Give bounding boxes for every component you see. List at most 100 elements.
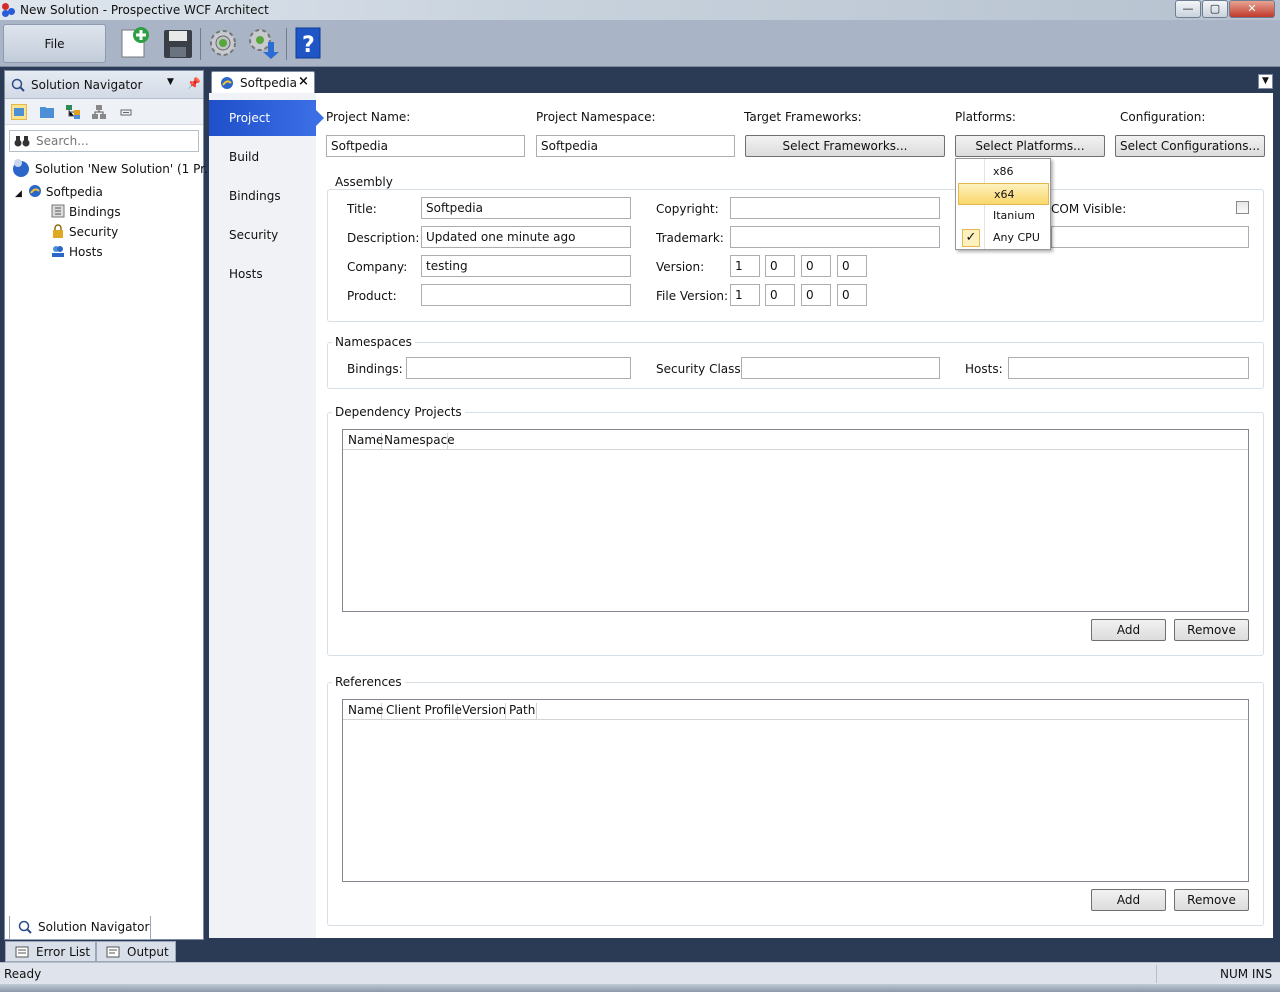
column-header[interactable]: Name (348, 703, 383, 720)
version-label: Version: (656, 260, 705, 274)
ns-bindings-field[interactable] (406, 357, 631, 379)
references-add-button[interactable]: Add (1091, 889, 1166, 911)
svg-text:?: ? (302, 33, 315, 58)
close-tab-icon[interactable]: × (298, 74, 309, 89)
maximize-button[interactable]: ▢ (1202, 0, 1228, 18)
solution-navigator-title: Solution Navigator (31, 78, 143, 92)
references-grid[interactable]: Name Client Profile Version Path (342, 699, 1249, 882)
project-namespace-field[interactable]: Softpedia (536, 135, 735, 157)
file-version-revision-field[interactable]: 0 (837, 284, 867, 306)
copyright-field[interactable] (730, 197, 940, 219)
tree-item-security[interactable]: Security (51, 224, 118, 239)
tree-item-label: Solution 'New Solution' (1 Pr... (35, 162, 216, 176)
nav-build[interactable]: Build (209, 139, 316, 175)
description-field[interactable]: Updated one minute ago (421, 226, 631, 248)
version-major-field[interactable]: 1 (730, 255, 760, 277)
save-icon[interactable] (161, 26, 195, 60)
chevron-down-icon[interactable]: ▼ (167, 77, 174, 87)
keyboard-status: NUM INS (1220, 967, 1273, 981)
error-list-icon (15, 945, 29, 959)
nav-hosts[interactable]: Hosts (209, 256, 316, 292)
platform-item-any-cpu[interactable]: ✓ Any CPU (958, 227, 1049, 249)
expander-icon[interactable]: ◢ (15, 189, 22, 199)
security-class-field[interactable] (741, 357, 940, 379)
menu-item-label: x86 (993, 165, 1014, 178)
nav-bindings[interactable]: Bindings (209, 178, 316, 214)
search-box[interactable] (9, 130, 199, 152)
platform-item-itanium[interactable]: Itanium (958, 205, 1049, 227)
ns-hosts-field[interactable] (1008, 357, 1249, 379)
com-visible-label: COM Visible: (1051, 202, 1127, 216)
column-header[interactable]: Version (462, 703, 506, 720)
minimize-button[interactable]: — (1175, 0, 1201, 18)
solution-icon (11, 158, 31, 178)
document-menu-chevron-icon[interactable]: ▼ (1258, 74, 1273, 89)
tree-item-label: Hosts (69, 245, 103, 259)
close-button[interactable]: ✕ (1229, 0, 1275, 18)
hierarchy-icon[interactable] (91, 104, 107, 120)
solution-navigator-tab[interactable]: Solution Navigator (9, 916, 151, 940)
version-revision-field[interactable]: 0 (837, 255, 867, 277)
nav-security[interactable]: Security (209, 217, 316, 253)
tree-item-bindings[interactable]: Bindings (51, 204, 121, 219)
file-version-major-field[interactable]: 1 (730, 284, 760, 306)
com-visible-checkbox[interactable] (1236, 201, 1249, 214)
assembly-group-title: Assembly (332, 175, 396, 189)
references-remove-button[interactable]: Remove (1174, 889, 1249, 911)
magnifier-icon (11, 78, 25, 92)
file-version-build-field[interactable]: 0 (801, 284, 831, 306)
grid-header: Name Client Profile Version Path (343, 700, 1248, 720)
search-input[interactable] (36, 133, 186, 149)
column-header[interactable]: Namespace (384, 433, 455, 450)
platform-item-x86[interactable]: x86 (958, 161, 1049, 183)
product-field[interactable] (421, 284, 631, 306)
platform-item-x64[interactable]: x64 (958, 183, 1049, 205)
tree-item-label: Softpedia (45, 185, 103, 199)
file-version-minor-field[interactable]: 0 (765, 284, 795, 306)
document-tab-softpedia[interactable]: Softpedia × (211, 71, 315, 93)
select-configurations-button[interactable]: Select Configurations... (1115, 135, 1265, 157)
project-globe-icon (28, 184, 42, 198)
gear-download-icon[interactable] (246, 26, 280, 60)
tab-label: Solution Navigator (38, 920, 150, 934)
select-platforms-button[interactable]: Select Platforms... (955, 135, 1105, 157)
version-minor-field[interactable]: 0 (765, 255, 795, 277)
bindings-icon (51, 204, 65, 218)
toolbar-separator (200, 28, 201, 60)
trademark-field[interactable] (730, 226, 940, 248)
magnifier-icon (18, 920, 32, 934)
help-icon[interactable]: ? (292, 26, 326, 60)
tab-error-list[interactable]: Error List (5, 941, 96, 962)
tree-item-solution[interactable]: Solution 'New Solution' (1 Pr... (11, 158, 215, 178)
configuration-label: Configuration: (1120, 110, 1206, 124)
column-header[interactable]: Name (348, 433, 383, 450)
title-label: Title: (347, 202, 377, 216)
solution-navigator-pane: Solution Navigator ▼ 📌 Solution 'New Sol… (4, 70, 215, 940)
select-frameworks-button[interactable]: Select Frameworks... (745, 135, 945, 157)
main-toolbar: File ? (0, 20, 1280, 67)
dependency-add-button[interactable]: Add (1091, 619, 1166, 641)
title-field[interactable]: Softpedia (421, 197, 631, 219)
tab-output[interactable]: Output (96, 941, 176, 962)
nav-project[interactable]: Project (209, 100, 324, 136)
gear-icon[interactable] (206, 26, 240, 60)
file-menu-button[interactable]: File (3, 24, 106, 63)
version-build-field[interactable]: 0 (801, 255, 831, 277)
tree-item-hosts[interactable]: Hosts (51, 244, 103, 259)
tree-item-softpedia[interactable]: ◢ Softpedia (15, 184, 103, 199)
hierarchy-color-icon[interactable] (65, 104, 81, 120)
column-header[interactable]: Client Profile (386, 703, 462, 720)
assembly-extra-field[interactable] (1051, 226, 1249, 248)
company-field[interactable]: testing (421, 255, 631, 277)
dependency-projects-grid[interactable]: Name Namespace (342, 429, 1249, 612)
target-frameworks-label: Target Frameworks: (744, 110, 862, 124)
column-header[interactable]: Path (509, 703, 537, 720)
grid-header: Name Namespace (343, 430, 1248, 450)
dependency-remove-button[interactable]: Remove (1174, 619, 1249, 641)
new-document-icon[interactable] (118, 26, 152, 60)
collapse-icon[interactable] (119, 104, 135, 120)
folder-view-icon[interactable] (39, 104, 55, 120)
view-all-icon[interactable] (11, 104, 27, 120)
project-name-field[interactable]: Softpedia (326, 135, 525, 157)
pin-icon[interactable]: 📌 (187, 77, 201, 90)
